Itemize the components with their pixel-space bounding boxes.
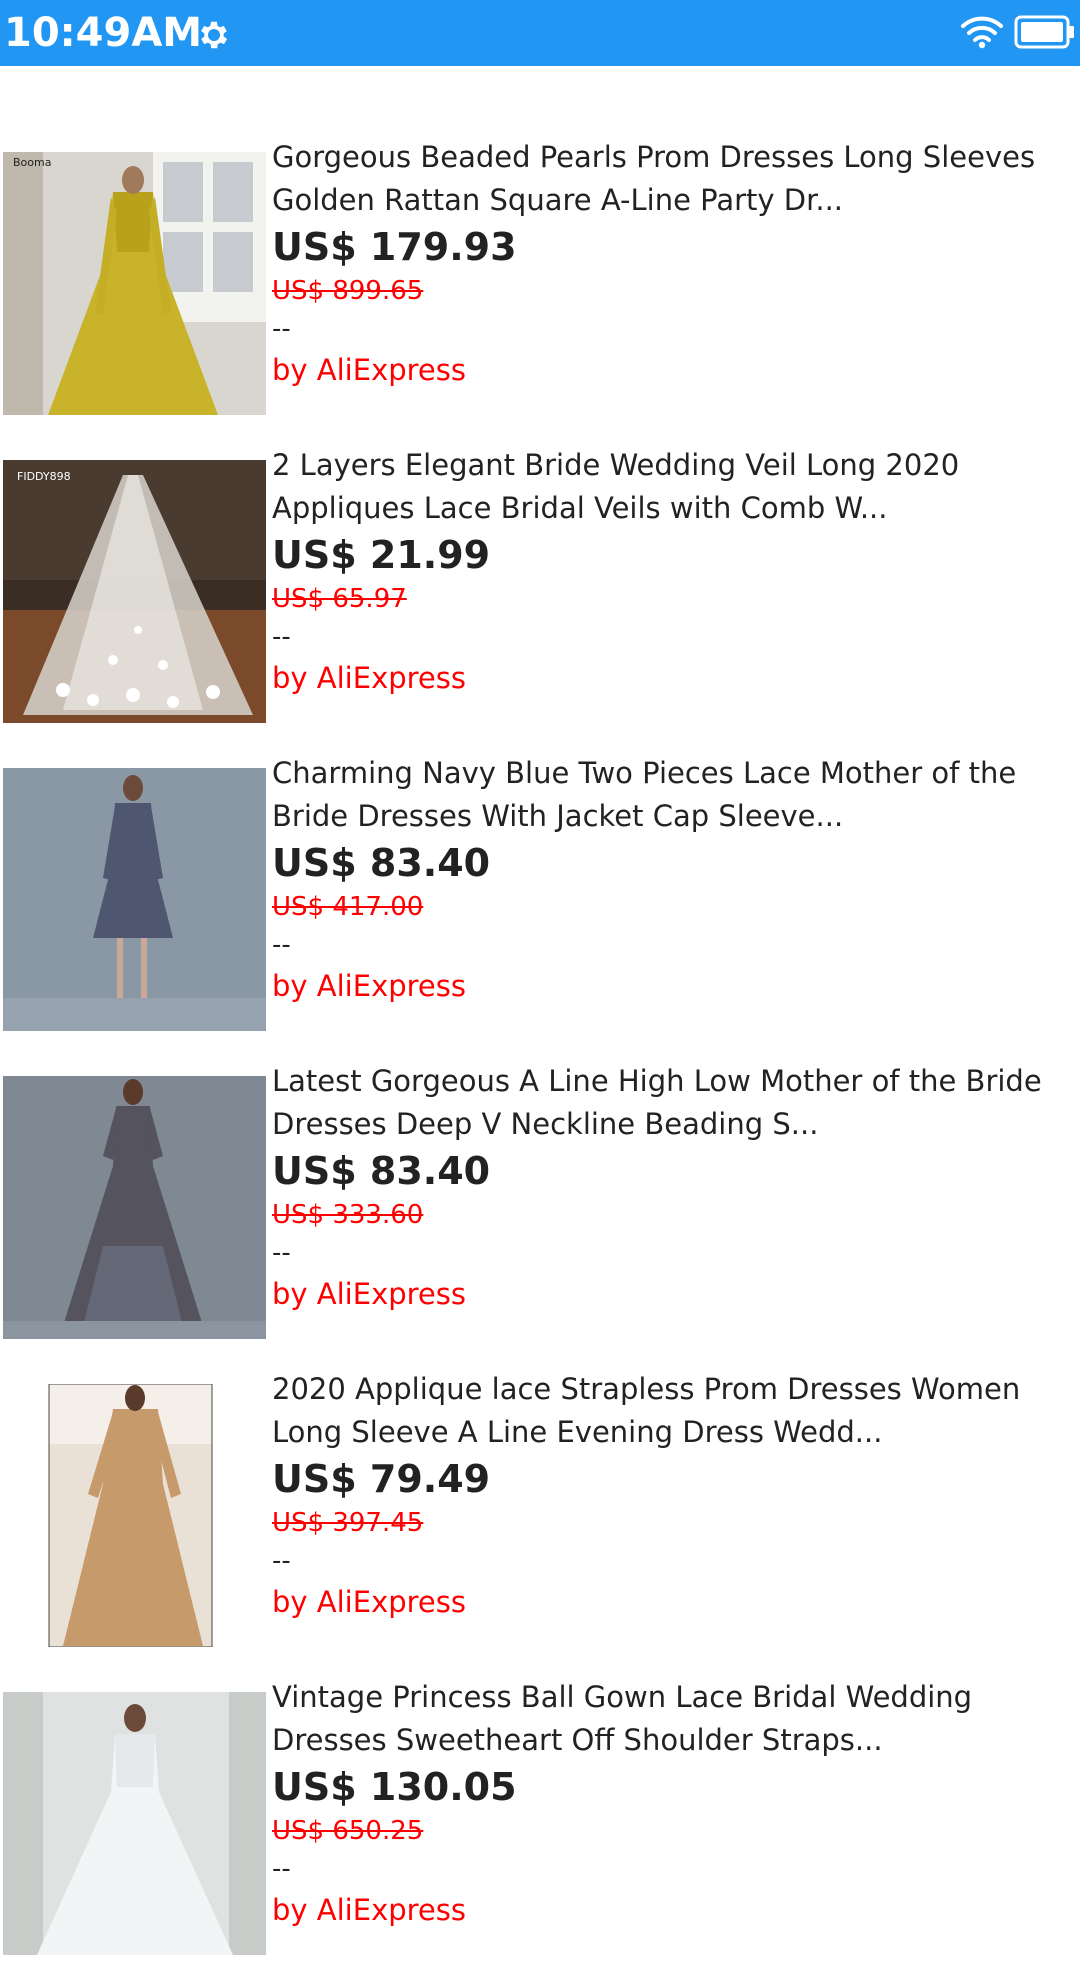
product-title-line1[interactable]: 2020 Applique lace Strapless Prom Dresse… xyxy=(272,1368,1072,1411)
product-info: Charming Navy Blue Two Pieces Lace Mothe… xyxy=(272,752,1072,1008)
product-title-line1[interactable]: 2 Layers Elegant Bride Wedding Veil Long… xyxy=(272,444,1072,487)
product-info: 2020 Applique lace Strapless Prom Dresse… xyxy=(272,1368,1072,1624)
product-title-line1[interactable]: Charming Navy Blue Two Pieces Lace Mothe… xyxy=(272,752,1072,795)
product-title-line2[interactable]: Appliques Lace Bridal Veils with Comb W.… xyxy=(272,487,1072,530)
product-price: US$ 83.40 xyxy=(272,1149,491,1193)
product-rating: -- xyxy=(272,1546,291,1576)
product-item[interactable]: Charming Navy Blue Two Pieces Lace Mothe… xyxy=(0,752,1080,1060)
product-title-line2[interactable]: Dresses Deep V Neckline Beading S... xyxy=(272,1103,1072,1146)
status-bar: 10:49AM xyxy=(0,0,1080,66)
product-title-line1[interactable]: Vintage Princess Ball Gown Lace Bridal W… xyxy=(272,1676,1072,1719)
product-image[interactable]: Booma xyxy=(3,152,266,415)
battery-icon xyxy=(1014,15,1074,49)
product-price: US$ 130.05 xyxy=(272,1765,517,1809)
product-info: 2 Layers Elegant Bride Wedding Veil Long… xyxy=(272,444,1072,700)
product-seller[interactable]: by AliExpress xyxy=(272,348,1072,392)
product-rating: -- xyxy=(272,930,291,960)
product-title-line2[interactable]: Dresses Sweetheart Off Shoulder Straps..… xyxy=(272,1719,1072,1762)
product-price: US$ 83.40 xyxy=(272,841,491,885)
product-item[interactable]: 2020 Applique lace Strapless Prom Dresse… xyxy=(0,1368,1080,1676)
product-title-line1[interactable]: Latest Gorgeous A Line High Low Mother o… xyxy=(272,1060,1072,1103)
product-image[interactable] xyxy=(3,768,266,1031)
product-original-price: US$ 417.00 xyxy=(272,892,424,922)
gear-icon xyxy=(201,21,228,49)
product-item[interactable]: Booma Gorgeous Beaded Pearls Prom Dresse… xyxy=(0,136,1080,444)
product-info: Latest Gorgeous A Line High Low Mother o… xyxy=(272,1060,1072,1316)
product-info: Vintage Princess Ball Gown Lace Bridal W… xyxy=(272,1676,1072,1932)
image-watermark: Booma xyxy=(13,156,51,169)
wifi-icon xyxy=(961,16,1003,49)
product-item[interactable]: Vintage Princess Ball Gown Lace Bridal W… xyxy=(0,1676,1080,1984)
product-item[interactable]: Latest Gorgeous A Line High Low Mother o… xyxy=(0,1060,1080,1368)
product-image[interactable] xyxy=(3,1076,266,1339)
product-title-line2[interactable]: Golden Rattan Square A-Line Party Dr... xyxy=(272,179,1072,222)
product-price: US$ 79.49 xyxy=(272,1457,491,1501)
product-title-line2[interactable]: Bride Dresses With Jacket Cap Sleeve... xyxy=(272,795,1072,838)
product-seller[interactable]: by AliExpress xyxy=(272,1580,1072,1624)
product-original-price: US$ 65.97 xyxy=(272,584,407,614)
product-rating: -- xyxy=(272,314,291,344)
product-seller[interactable]: by AliExpress xyxy=(272,656,1072,700)
product-title-line2[interactable]: Long Sleeve A Line Evening Dress Wedd... xyxy=(272,1411,1072,1454)
product-original-price: US$ 899.65 xyxy=(272,276,424,306)
product-original-price: US$ 650.25 xyxy=(272,1816,424,1846)
product-seller[interactable]: by AliExpress xyxy=(272,964,1072,1008)
product-image[interactable] xyxy=(3,1384,266,1647)
product-seller[interactable]: by AliExpress xyxy=(272,1272,1072,1316)
product-list: Booma Gorgeous Beaded Pearls Prom Dresse… xyxy=(0,136,1080,1984)
product-rating: -- xyxy=(272,1854,291,1884)
product-rating: -- xyxy=(272,1238,291,1268)
product-title-line1[interactable]: Gorgeous Beaded Pearls Prom Dresses Long… xyxy=(272,136,1072,179)
product-image[interactable]: FIDDY898 xyxy=(3,460,266,723)
product-original-price: US$ 333.60 xyxy=(272,1200,424,1230)
product-seller[interactable]: by AliExpress xyxy=(272,1888,1072,1932)
image-watermark: FIDDY898 xyxy=(17,470,71,483)
product-original-price: US$ 397.45 xyxy=(272,1508,424,1538)
product-info: Gorgeous Beaded Pearls Prom Dresses Long… xyxy=(272,136,1072,392)
status-time: 10:49AM xyxy=(4,10,203,56)
product-price: US$ 179.93 xyxy=(272,225,517,269)
product-item[interactable]: FIDDY898 2 Layers Elegant Bride Wedding … xyxy=(0,444,1080,752)
product-rating: -- xyxy=(272,622,291,652)
product-price: US$ 21.99 xyxy=(272,533,491,577)
product-image[interactable] xyxy=(3,1692,266,1955)
